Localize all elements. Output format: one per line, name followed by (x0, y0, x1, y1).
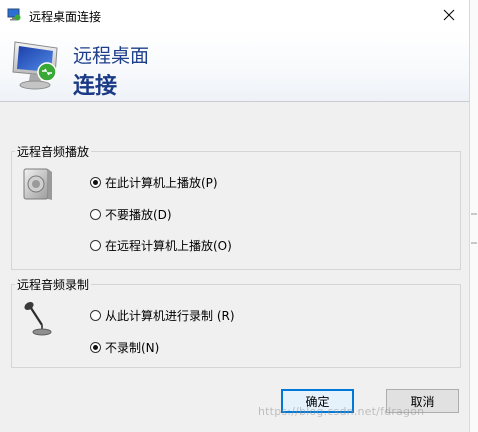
radio-label: 在此计算机上播放(P) (105, 176, 218, 190)
radio-button (90, 310, 101, 321)
radio-button (90, 240, 101, 251)
watermark-text: https://blog.csdn.net/fdragon (258, 405, 425, 418)
background-strip (470, 0, 478, 432)
audio-recording-group-title: 远程音频录制 (15, 276, 92, 293)
radio-do-not-play[interactable]: 不要播放(D) (90, 206, 172, 223)
audio-recording-group: 远程音频录制 从此计算机进行录制 (R) 不录制(N) (11, 276, 461, 368)
radio-do-not-record[interactable]: 不录制(N) (90, 339, 159, 356)
radio-play-on-this-computer[interactable]: 在此计算机上播放(P) (90, 174, 218, 191)
radio-label: 不录制(N) (105, 341, 160, 355)
background-mark (471, 242, 477, 244)
audio-playback-group-title: 远程音频播放 (15, 143, 92, 160)
title-bar: 远程桌面连接 (0, 0, 469, 30)
banner-title-line2: 连接 (73, 74, 118, 99)
radio-label: 不要播放(D) (105, 208, 172, 222)
remote-desktop-monitor-icon (12, 41, 58, 90)
remote-audio-dialog: 远程桌面连接 远程桌面 连接 远程音频播放 在此计算机上播放(P) 不要播放(D… (0, 0, 470, 432)
remote-desktop-icon (7, 8, 21, 21)
header-banner: 远程桌面 连接 (0, 30, 469, 102)
close-button[interactable] (429, 0, 469, 30)
close-icon (443, 9, 455, 21)
radio-label: 从此计算机进行录制 (R) (105, 309, 235, 323)
radio-button-checked (90, 177, 101, 188)
background-mark (471, 213, 477, 215)
audio-playback-group: 远程音频播放 在此计算机上播放(P) 不要播放(D) 在远程计算机上播放(O) (11, 143, 461, 270)
microphone-icon (24, 301, 52, 336)
banner-title-line1: 远程桌面 (73, 45, 150, 67)
radio-button (90, 209, 101, 220)
radio-play-on-remote-computer[interactable]: 在远程计算机上播放(O) (90, 237, 232, 254)
radio-record-from-this-computer[interactable]: 从此计算机进行录制 (R) (90, 307, 235, 324)
speaker-icon (23, 168, 52, 200)
window-title: 远程桌面连接 (29, 10, 102, 24)
radio-button-checked (90, 342, 101, 353)
radio-label: 在远程计算机上播放(O) (105, 239, 232, 253)
